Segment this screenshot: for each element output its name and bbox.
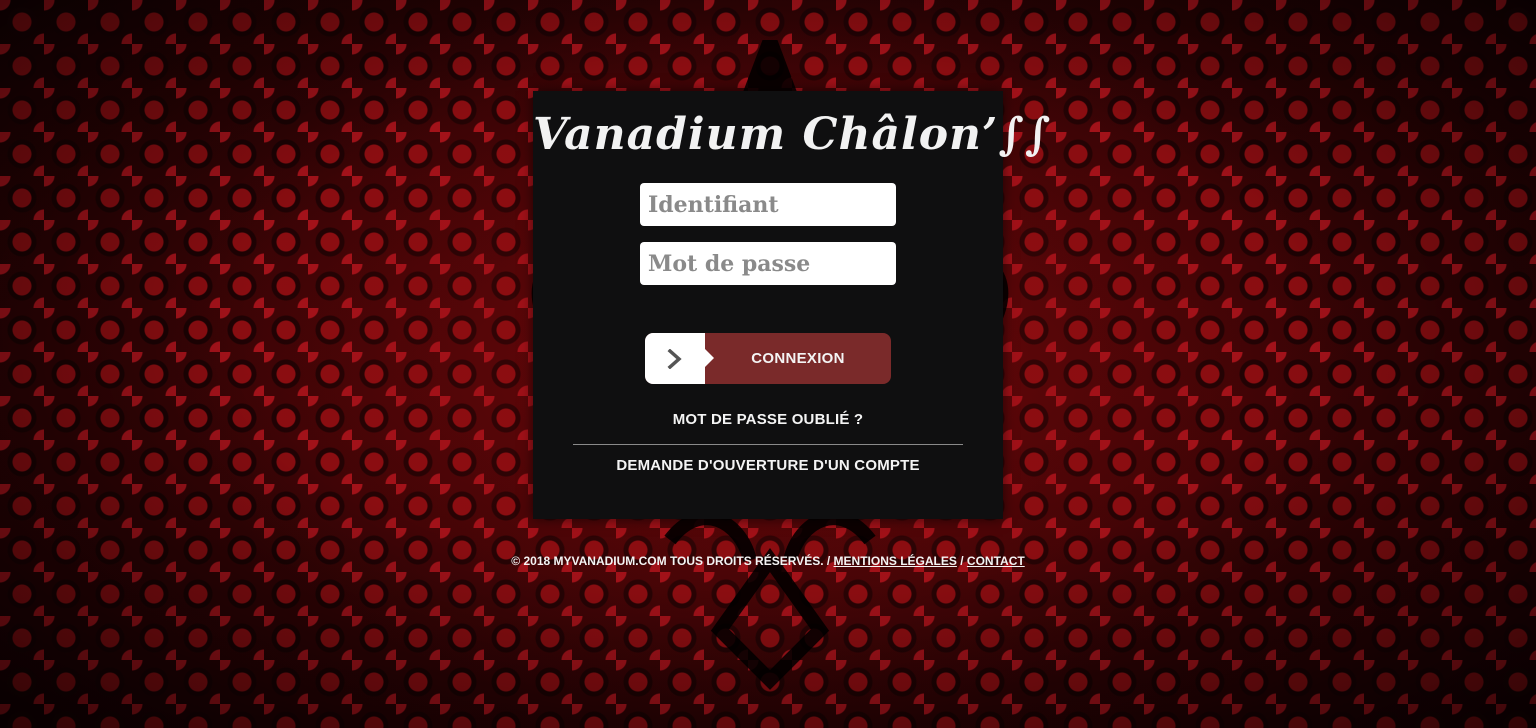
- arrow-box: [645, 333, 714, 384]
- username-input[interactable]: [640, 183, 896, 226]
- password-input[interactable]: [640, 242, 896, 285]
- footer-copyright: © 2018 myvanadium.com Tous droits réserv…: [511, 554, 831, 568]
- chevron-right-icon: [667, 348, 682, 369]
- divider: [573, 444, 963, 445]
- login-button[interactable]: Connexion: [645, 333, 891, 384]
- forgot-password-link[interactable]: Mot de passe oublié ?: [533, 411, 1003, 428]
- footer: © 2018 myvanadium.com Tous droits réserv…: [0, 554, 1536, 568]
- request-account-link[interactable]: Demande d'ouverture d'un compte: [533, 457, 1003, 474]
- login-button-label: Connexion: [751, 350, 845, 367]
- login-panel: Vanadium Châlon’∫∫ Connexion Mot de pass…: [533, 91, 1052, 519]
- brand-title: Vanadium Châlon’∫∫: [533, 109, 1052, 160]
- footer-separator: /: [960, 554, 964, 568]
- contact-link[interactable]: Contact: [967, 554, 1025, 568]
- legal-notice-link[interactable]: Mentions légales: [834, 554, 957, 568]
